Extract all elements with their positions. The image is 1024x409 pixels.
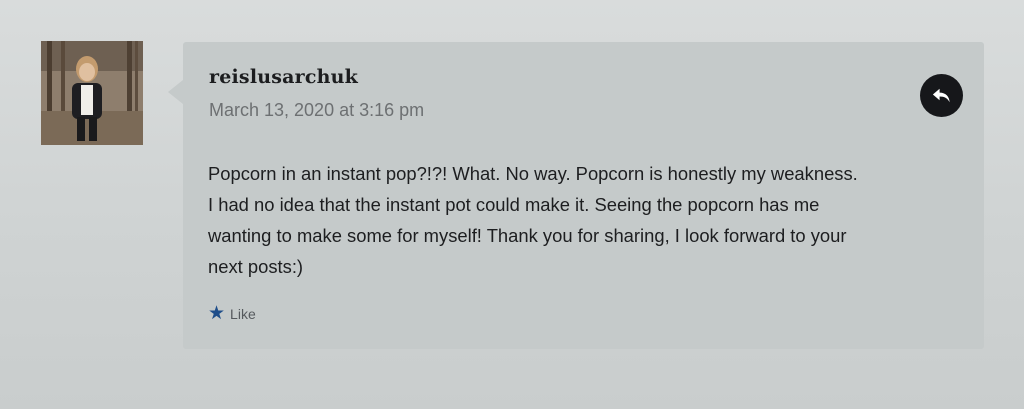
comment-body: Popcorn in an instant pop?!?! What. No w… — [208, 163, 858, 277]
star-icon: ★ — [208, 303, 226, 324]
comment-author[interactable]: reislusarchuk — [209, 66, 358, 88]
comment-timestamp[interactable]: March 13, 2020 at 3:16 pm — [209, 100, 424, 121]
avatar[interactable] — [41, 41, 143, 145]
like-label: Like — [230, 305, 256, 322]
comment-pointer — [168, 80, 183, 104]
reply-button[interactable] — [920, 74, 963, 117]
reply-arrow-icon — [932, 88, 950, 103]
like-button[interactable]: ★ Like — [208, 304, 256, 323]
